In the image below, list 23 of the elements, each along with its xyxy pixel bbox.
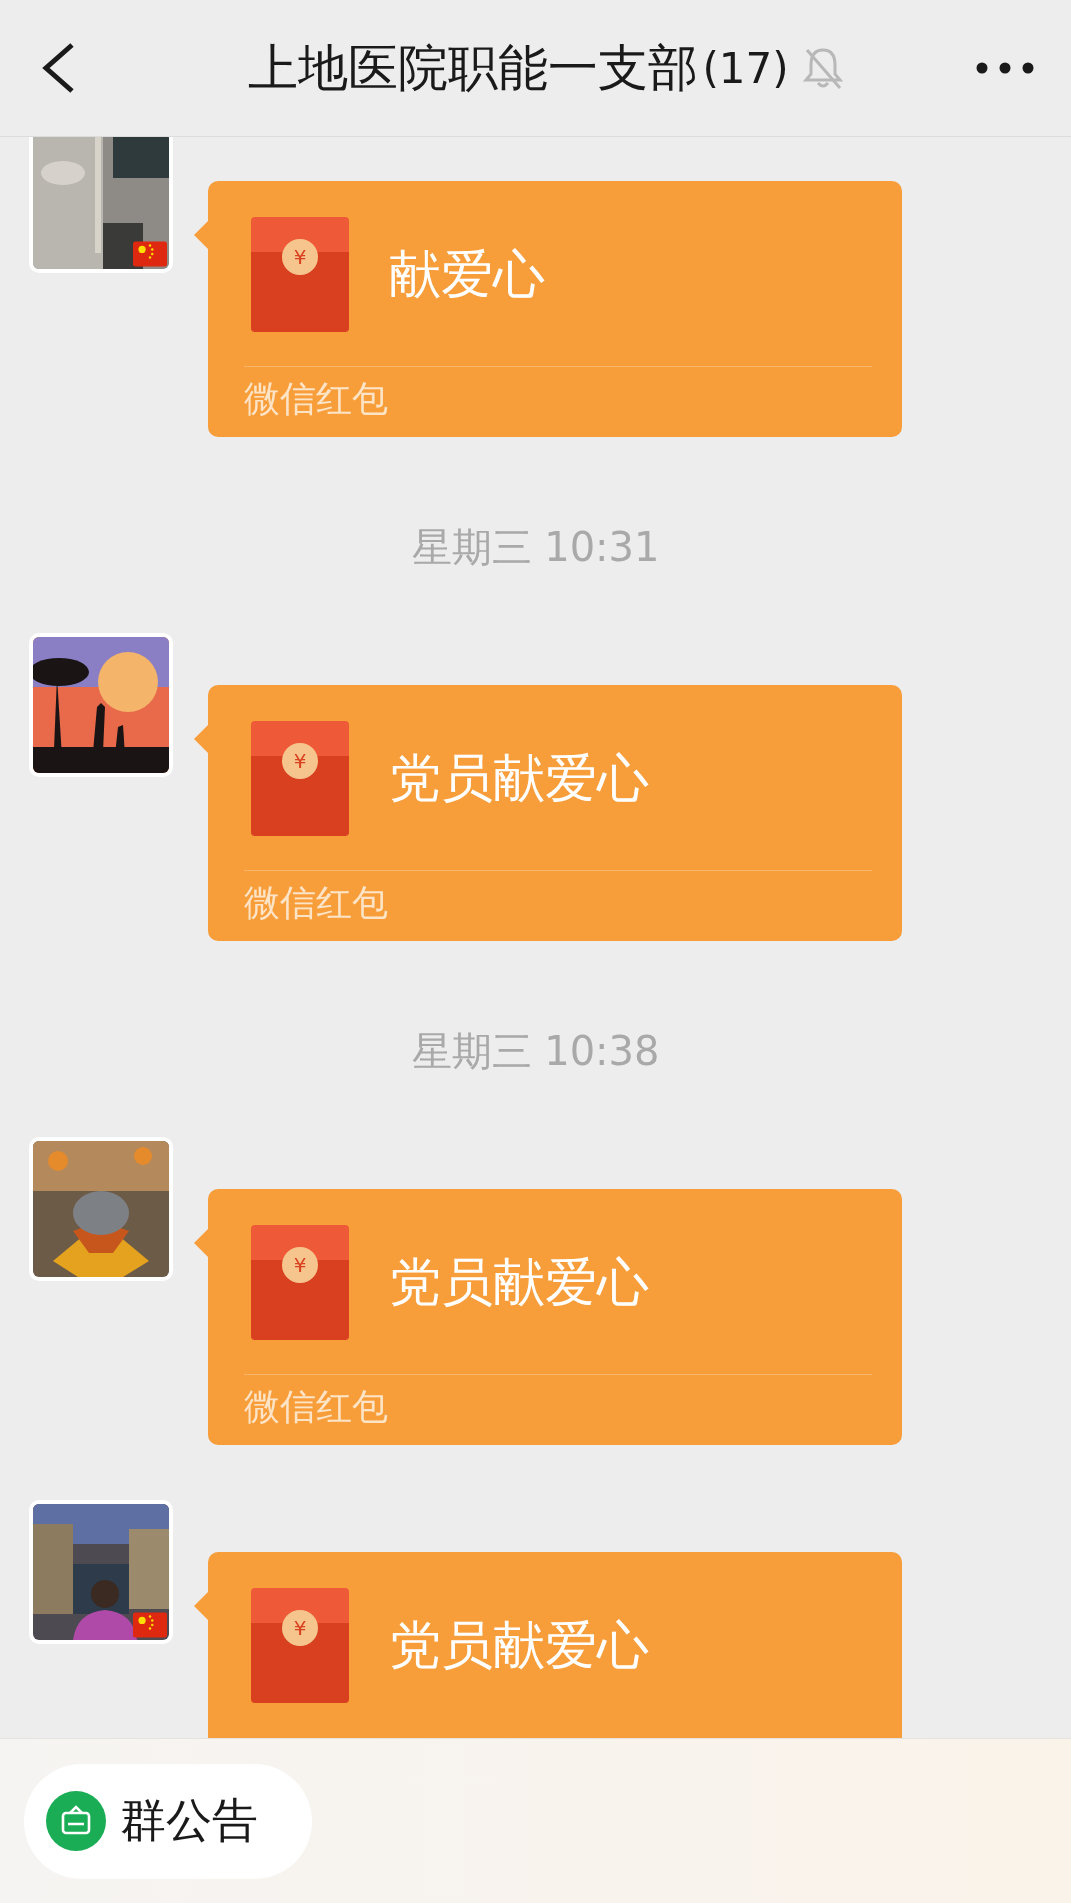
member-count: (17) (702, 43, 789, 93)
timestamp: 星期三 10:31 (410, 523, 661, 571)
yen-symbol: ¥ (282, 1610, 318, 1646)
packet-greeting: 党员献爱心 (389, 1250, 649, 1314)
chat-title: 上地医院职能一支部 (248, 37, 699, 99)
packet-greeting: 党员献爱心 (389, 746, 649, 810)
announcement-button[interactable]: 群公告 (24, 1763, 312, 1879)
packet-greeting: 党员献爱心 (389, 1613, 649, 1677)
back-icon[interactable] (40, 42, 76, 94)
more-icon[interactable] (975, 61, 1035, 75)
packet-greeting: 献爱心 (389, 242, 545, 306)
money-gift-message[interactable]: ¥ 党员献爱心 微信红包 (208, 685, 902, 941)
yen-symbol: ¥ (282, 239, 318, 275)
money-gift-message[interactable]: ¥ 党员献爱心 微信红包 (208, 1189, 902, 1445)
money-gift-message[interactable]: ¥ 献爱心 微信红包 (208, 181, 902, 437)
yen-symbol: ¥ (282, 1247, 318, 1283)
yen-symbol: ¥ (282, 743, 318, 779)
money-gift-message[interactable]: ¥ 党员献爱心 (208, 1552, 902, 1738)
packet-label: 微信红包 (244, 377, 389, 421)
packet-label: 微信红包 (244, 881, 389, 925)
packet-label: 微信红包 (244, 1385, 389, 1429)
timestamp: 星期三 10:38 (410, 1027, 661, 1075)
announcement-icon (46, 1791, 106, 1851)
